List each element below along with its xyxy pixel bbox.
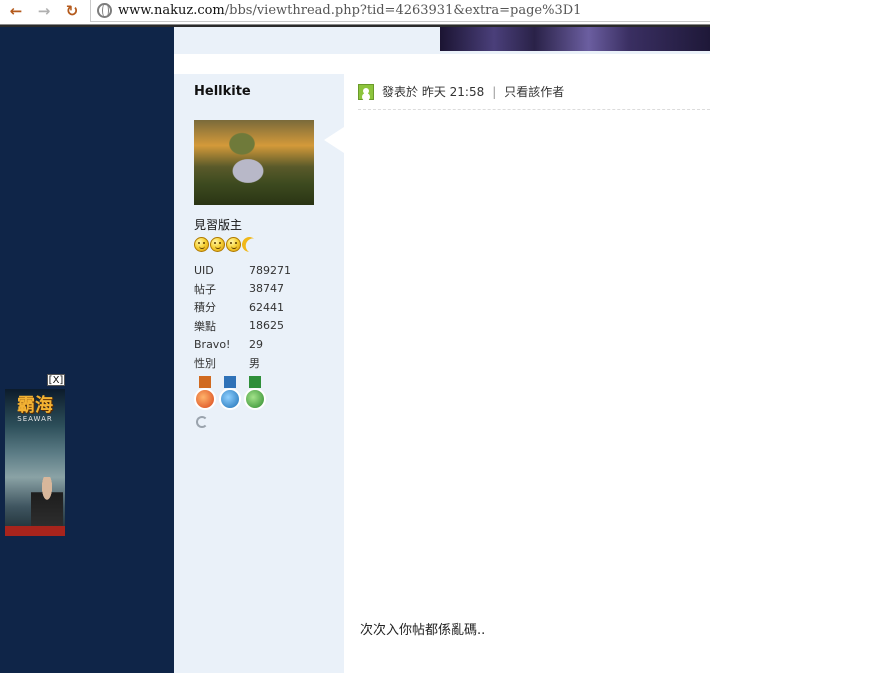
post-header-divider: [358, 109, 710, 110]
blue-medal-icon[interactable]: [219, 376, 241, 410]
stat-value: 18625: [249, 319, 284, 333]
author-group-title: 見習版主: [194, 218, 243, 232]
stat-row: 性別 男: [194, 354, 329, 373]
stat-label: 積分: [194, 301, 216, 315]
stat-row: 帖子 38747: [194, 280, 329, 299]
ad-cta-strip: [5, 526, 65, 536]
post-header: 發表於 昨天 21:58 | 只看該作者: [358, 83, 564, 100]
url-path: /bbs/viewthread.php?tid=4263931&extra=pa…: [224, 3, 582, 18]
ad-logo-subtitle: SEAWAR: [17, 415, 53, 423]
toolbar-divider-highlight: [0, 24, 710, 25]
globe-icon: [97, 3, 112, 18]
url-text[interactable]: www.nakuz.com/bbs/viewthread.php?tid=426…: [118, 3, 581, 18]
post-content-column: 發表於 昨天 21:58 | 只看該作者 次次入你帖都係亂碼..: [344, 74, 710, 673]
stat-label: Bravo!: [194, 337, 231, 351]
red-medal-icon[interactable]: [194, 376, 216, 410]
avatar-pointer-notch: [324, 127, 344, 153]
ad-logo: 霸海: [17, 395, 53, 416]
green-medal-icon[interactable]: [244, 376, 266, 410]
left-sidebar: [0, 27, 174, 673]
stat-value[interactable]: 38747: [249, 282, 329, 295]
stat-row: 樂點 18625: [194, 317, 329, 336]
post-body: 次次入你帖都係亂碼..: [360, 623, 486, 638]
stat-label: 帖子: [194, 282, 216, 296]
separator: |: [492, 84, 497, 99]
user-icon: [358, 83, 374, 100]
stat-row: UID 789271: [194, 261, 329, 280]
stat-value: 29: [249, 337, 263, 351]
post-author-column: Hellkite 見習版主 UID 789271 帖子 38747 積分 624…: [174, 74, 344, 673]
browser-viewport: ← → ↻ www.nakuz.com/bbs/viewthread.php?t…: [0, 0, 872, 673]
stat-row: 積分 62441: [194, 298, 329, 317]
avatar[interactable]: [194, 120, 314, 205]
smiley-rank-icon: [226, 237, 241, 252]
stat-row: Bravo! 29: [194, 335, 329, 354]
ad-banner[interactable]: 霸海 SEAWAR: [5, 389, 65, 536]
only-author-link[interactable]: 只看該作者: [504, 83, 564, 100]
stat-label: 樂點: [194, 319, 216, 333]
smiley-rank-icon: [194, 237, 209, 252]
ad-character-image: [31, 477, 63, 527]
posted-time: 昨天 21:58: [421, 85, 485, 99]
smiley-rank-icon: [210, 237, 225, 252]
stat-label: UID: [194, 263, 214, 277]
forward-arrow-icon[interactable]: →: [34, 2, 54, 20]
author-stats: UID 789271 帖子 38747 積分 62441 樂點 18625 Br…: [194, 261, 329, 372]
offline-status-icon: [196, 416, 208, 428]
reload-icon[interactable]: ↻: [62, 2, 82, 20]
stat-value: 62441: [249, 300, 284, 314]
stat-label: 性別: [194, 356, 216, 370]
address-bar[interactable]: www.nakuz.com/bbs/viewthread.php?tid=426…: [90, 0, 710, 22]
ad-close-button[interactable]: [X]: [47, 374, 65, 386]
moon-rank-icon: [240, 235, 259, 254]
medals: [194, 376, 266, 410]
url-domain: www.nakuz.com: [118, 3, 225, 18]
browser-toolbar: ← → ↻ www.nakuz.com/bbs/viewthread.php?t…: [0, 0, 872, 24]
forum-header-banner: [440, 27, 710, 51]
author-name[interactable]: Hellkite: [194, 84, 251, 99]
posted-prefix: 發表於: [382, 85, 419, 99]
back-arrow-icon[interactable]: ←: [6, 2, 26, 20]
stat-value: 789271: [249, 263, 291, 277]
stat-value: 男: [249, 356, 260, 370]
rank-icons: [194, 237, 257, 252]
